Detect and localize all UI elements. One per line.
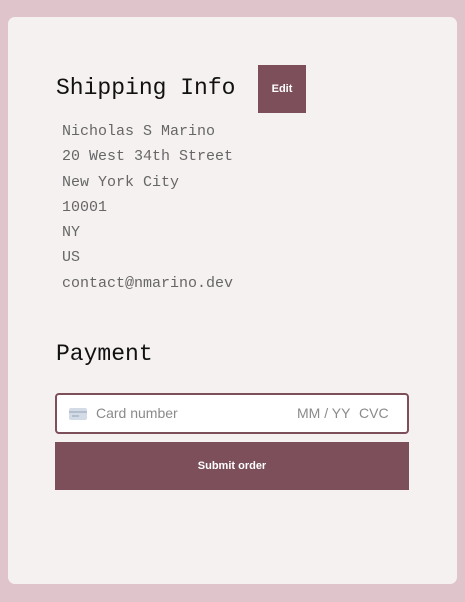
shipping-address: Nicholas S Marino 20 West 34th Street Ne… <box>62 119 233 296</box>
card-element-input[interactable]: Card number MM / YY CVC <box>55 393 409 434</box>
checkout-card: Shipping Info Edit Nicholas S Marino 20 … <box>8 17 457 584</box>
shipping-info-heading: Shipping Info <box>56 75 236 101</box>
address-city: New York City <box>62 173 180 191</box>
edit-button[interactable]: Edit <box>258 65 306 113</box>
address-email: contact@nmarino.dev <box>62 274 234 292</box>
expiry-field[interactable]: MM / YY <box>297 405 350 421</box>
submit-order-button[interactable]: Submit order <box>55 442 409 490</box>
card-number-field[interactable]: Card number <box>96 405 178 421</box>
address-zip: 10001 <box>62 198 108 216</box>
address-street: 20 West 34th Street <box>62 148 234 166</box>
address-name: Nicholas S Marino <box>62 123 216 140</box>
payment-heading: Payment <box>56 341 153 367</box>
address-country: US <box>62 249 81 267</box>
cvc-field[interactable]: CVC <box>359 405 389 421</box>
credit-card-icon <box>69 408 87 420</box>
address-state: NY <box>62 224 81 242</box>
